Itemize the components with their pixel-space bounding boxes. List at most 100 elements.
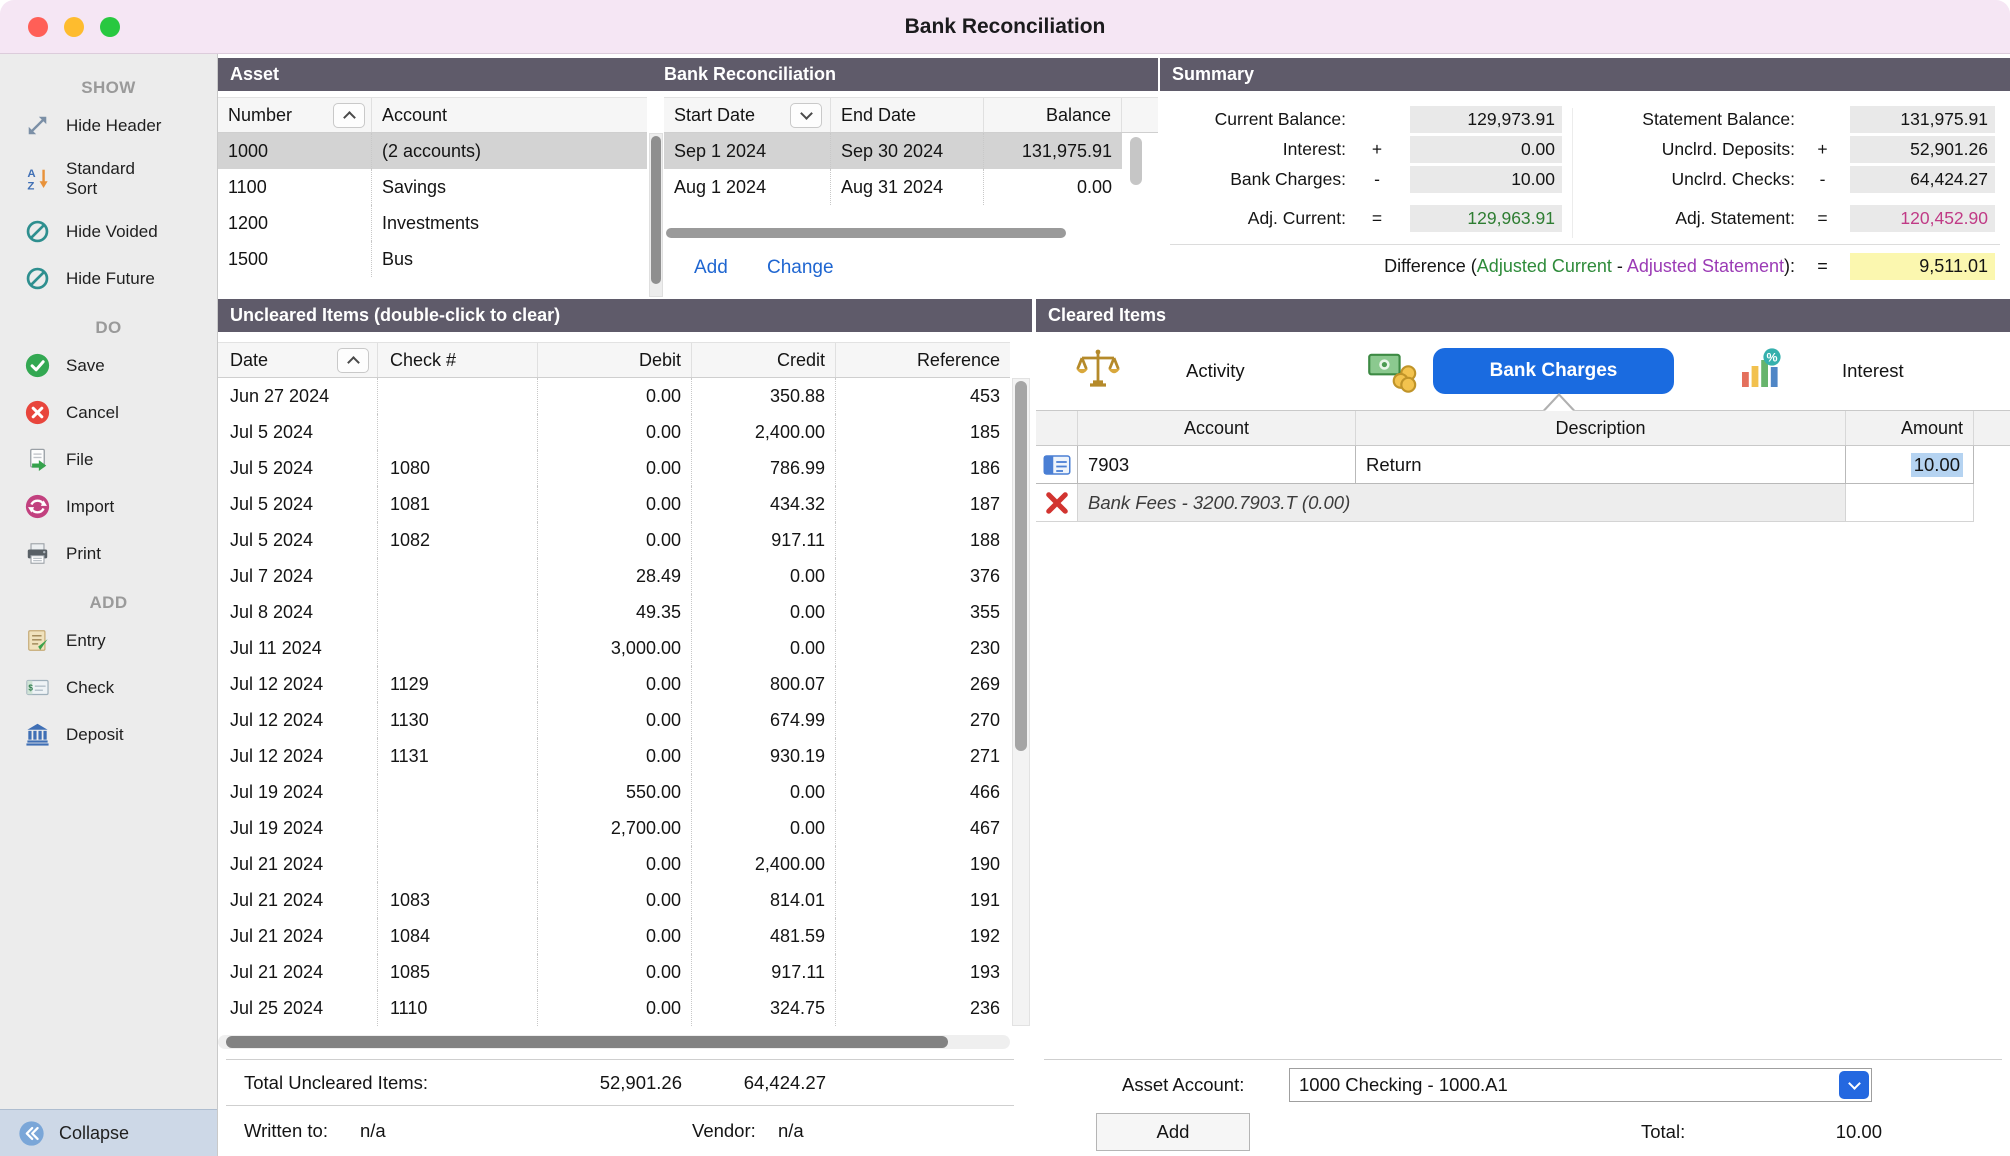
cleared-row[interactable]: 7903 Return 10.00: [1036, 446, 2010, 484]
account-cell[interactable]: 7903: [1078, 446, 1356, 484]
scrollbar-thumb[interactable]: [226, 1036, 948, 1048]
uncleared-row[interactable]: Jul 19 2024 2,700.00 0.00 467: [218, 810, 1010, 846]
date-cell: Jul 19 2024: [218, 774, 378, 810]
asset-row[interactable]: 1200 Investments: [218, 205, 647, 241]
delete-row-icon[interactable]: [1036, 484, 1078, 522]
uncleared-row[interactable]: Jul 21 2024 0.00 2,400.00 190: [218, 846, 1010, 882]
sidebar-item-hide-voided[interactable]: Hide Voided: [0, 208, 217, 255]
scales-icon[interactable]: [1074, 346, 1126, 394]
column-header-end-date[interactable]: End Date: [831, 98, 984, 132]
asset-table-body: 1000 (2 accounts) 1100 Savings 1200 Inve…: [218, 133, 647, 277]
column-header-debit[interactable]: Debit: [538, 343, 692, 377]
uncleared-row[interactable]: Jul 19 2024 550.00 0.00 466: [218, 774, 1010, 810]
uncleared-row[interactable]: Jul 5 2024 1081 0.00 434.32 187: [218, 486, 1010, 522]
asset-row[interactable]: 1100 Savings: [218, 169, 647, 205]
sidebar-item-deposit[interactable]: Deposit: [0, 711, 217, 758]
sort-asc-icon[interactable]: [333, 103, 365, 128]
sidebar-item-import[interactable]: Import: [0, 483, 217, 530]
description-cell[interactable]: Return: [1356, 446, 1846, 484]
column-header-number[interactable]: Number: [218, 98, 372, 132]
uncleared-row[interactable]: Jul 12 2024 1129 0.00 800.07 269: [218, 666, 1010, 702]
change-reconciliation-link[interactable]: Change: [767, 257, 834, 279]
column-header-description[interactable]: Description: [1356, 411, 1846, 445]
cleared-hint-row[interactable]: Bank Fees - 3200.7903.T (0.00): [1036, 484, 2010, 522]
sidebar-item-check[interactable]: $ Check: [0, 664, 217, 711]
recon-horizontal-scrollbar[interactable]: [666, 228, 1066, 238]
uncleared-row[interactable]: Jul 21 2024 1084 0.00 481.59 192: [218, 918, 1010, 954]
uncleared-row[interactable]: Jul 12 2024 1131 0.00 930.19 271: [218, 738, 1010, 774]
asset-account-dropdown[interactable]: 1000 Checking - 1000.A1: [1289, 1068, 1872, 1102]
column-header-balance[interactable]: Balance: [984, 98, 1122, 132]
reference-cell: 269: [836, 666, 1010, 702]
tab-activity[interactable]: Activity: [1186, 358, 1245, 384]
uncleared-row[interactable]: Jul 5 2024 1082 0.00 917.11 188: [218, 522, 1010, 558]
asset-vertical-scrollbar[interactable]: [649, 133, 663, 297]
credit-cell: 786.99: [692, 450, 836, 486]
sidebar-item-file[interactable]: File: [0, 436, 217, 483]
amount-cell[interactable]: 10.00: [1846, 446, 1974, 484]
money-icon[interactable]: [1366, 344, 1422, 396]
sidebar-item-label: Standard Sort: [66, 159, 154, 198]
sidebar-section-add: ADD: [0, 593, 217, 613]
recon-panel-title: Bank Reconciliation: [664, 58, 836, 91]
add-reconciliation-link[interactable]: Add: [694, 257, 728, 279]
zoom-button[interactable]: [100, 17, 120, 37]
column-header-check[interactable]: Check #: [378, 343, 538, 377]
recon-vertical-scrollbar[interactable]: [1130, 137, 1142, 185]
uncleared-row[interactable]: Jul 12 2024 1130 0.00 674.99 270: [218, 702, 1010, 738]
recon-row[interactable]: Sep 1 2024 Sep 30 2024 131,975.91: [664, 133, 1122, 169]
close-button[interactable]: [28, 17, 48, 37]
asset-row[interactable]: 1500 Bus: [218, 241, 647, 277]
ledger-card-icon[interactable]: [1036, 446, 1078, 484]
column-header-account[interactable]: Account: [1078, 411, 1356, 445]
uncleared-row[interactable]: Jul 25 2024 1110 0.00 324.75 236: [218, 990, 1010, 1026]
recon-row[interactable]: Aug 1 2024 Aug 31 2024 0.00: [664, 169, 1122, 205]
uncleared-row[interactable]: Jul 11 2024 3,000.00 0.00 230: [218, 630, 1010, 666]
column-header-start-date[interactable]: Start Date: [664, 98, 831, 132]
summary-row: Current Balance: 129,973.91: [1160, 104, 1570, 134]
column-header-date[interactable]: Date: [218, 343, 378, 377]
dropdown-chevron-icon[interactable]: [1839, 1071, 1869, 1099]
amount-value-selected[interactable]: 10.00: [1911, 453, 1963, 477]
sidebar-item-label: Check: [66, 678, 114, 698]
minimize-button[interactable]: [64, 17, 84, 37]
summary-row: Bank Charges: - 10.00: [1160, 164, 1570, 194]
asset-row[interactable]: 1000 (2 accounts): [218, 133, 647, 169]
totals-separator: [226, 1059, 1014, 1060]
sort-az-icon: AZ: [24, 165, 51, 192]
uncleared-row[interactable]: Jul 7 2024 28.49 0.00 376: [218, 558, 1010, 594]
chevron-down-icon[interactable]: [790, 103, 822, 128]
column-header-amount[interactable]: Amount: [1846, 411, 1974, 445]
column-header-account[interactable]: Account: [372, 98, 647, 132]
uncleared-vertical-scrollbar[interactable]: [1012, 378, 1030, 1026]
collapse-bar[interactable]: Collapse: [0, 1109, 217, 1156]
check-number-cell: 1130: [378, 702, 538, 738]
sort-asc-icon[interactable]: [337, 348, 369, 373]
sidebar-item-entry[interactable]: Entry: [0, 617, 217, 664]
column-header-credit[interactable]: Credit: [692, 343, 836, 377]
uncleared-row[interactable]: Jul 5 2024 1080 0.00 786.99 186: [218, 450, 1010, 486]
sidebar-item-print[interactable]: Print: [0, 530, 217, 577]
sidebar-item-save[interactable]: Save: [0, 342, 217, 389]
scrollbar-thumb[interactable]: [1015, 381, 1027, 751]
end-date-cell: Aug 31 2024: [831, 169, 984, 205]
sidebar-item-standard-sort[interactable]: AZ Standard Sort: [0, 149, 217, 208]
percent-chart-icon[interactable]: %: [1736, 346, 1788, 394]
tab-bank-charges[interactable]: Bank Charges: [1433, 348, 1674, 394]
sidebar-item-cancel[interactable]: Cancel: [0, 389, 217, 436]
sidebar-item-hide-future[interactable]: Hide Future: [0, 255, 217, 302]
add-charge-button[interactable]: Add: [1096, 1113, 1250, 1151]
sidebar-item-hide-header[interactable]: Hide Header: [0, 102, 217, 149]
uncleared-row[interactable]: Jul 8 2024 49.35 0.00 355: [218, 594, 1010, 630]
uncleared-row[interactable]: Jun 27 2024 0.00 350.88 453: [218, 378, 1010, 414]
tab-interest[interactable]: Interest: [1842, 358, 1904, 384]
uncleared-row[interactable]: Jul 21 2024 1083 0.00 814.01 191: [218, 882, 1010, 918]
column-header-reference[interactable]: Reference: [836, 343, 1010, 377]
uncleared-horizontal-scrollbar[interactable]: [218, 1035, 1010, 1049]
uncleared-meta-row: Written to: n/a Vendor: n/a: [218, 1115, 1010, 1147]
scrollbar-thumb[interactable]: [651, 136, 661, 284]
uncleared-row[interactable]: Jul 5 2024 0.00 2,400.00 185: [218, 414, 1010, 450]
uncleared-row[interactable]: Jul 21 2024 1085 0.00 917.11 193: [218, 954, 1010, 990]
asset-table: Number Account 1000 (2 accounts) 1100 Sa…: [218, 97, 647, 277]
check-number-cell: [378, 414, 538, 450]
